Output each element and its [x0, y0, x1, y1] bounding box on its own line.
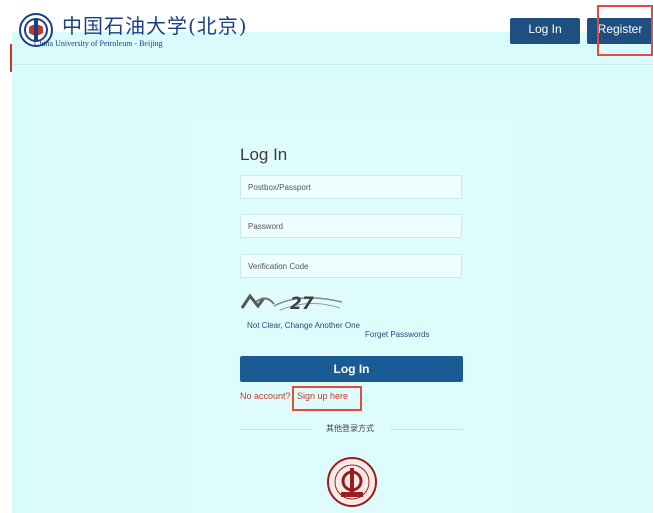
no-account-text: No account? [240, 391, 291, 401]
captcha-text: 27 [290, 294, 314, 314]
login-title: Log In [240, 145, 288, 164]
password-input[interactable] [240, 214, 462, 238]
register-highlight-box [597, 5, 653, 56]
postbox-input[interactable] [240, 175, 462, 199]
captcha-image[interactable]: 27 [240, 290, 344, 314]
divider-right [390, 429, 463, 430]
left-edge-marker [10, 44, 12, 72]
login-submit-button[interactable]: Log In [240, 356, 463, 382]
header-divider [12, 64, 653, 65]
sign-up-highlight-box [292, 386, 362, 411]
other-login-methods-label: 其他登录方式 [326, 424, 374, 433]
page: 中国石油大学(北京) China University of Petroleum… [0, 0, 653, 513]
refresh-captcha-link[interactable]: Not Clear, Change Another One [247, 321, 360, 330]
site-header: 中国石油大学(北京) China University of Petroleum… [0, 0, 653, 64]
header-login-button[interactable]: Log In [510, 18, 580, 44]
forget-passwords-link[interactable]: Forget Passwords [365, 330, 429, 339]
logo-chinese-name: 中国石油大学(北京) [62, 14, 248, 38]
divider-left [240, 429, 312, 430]
logo-english-name: China University of Petroleum - Beijing [34, 39, 163, 48]
university-seal-icon[interactable] [326, 456, 378, 508]
verification-code-input[interactable] [240, 254, 462, 278]
